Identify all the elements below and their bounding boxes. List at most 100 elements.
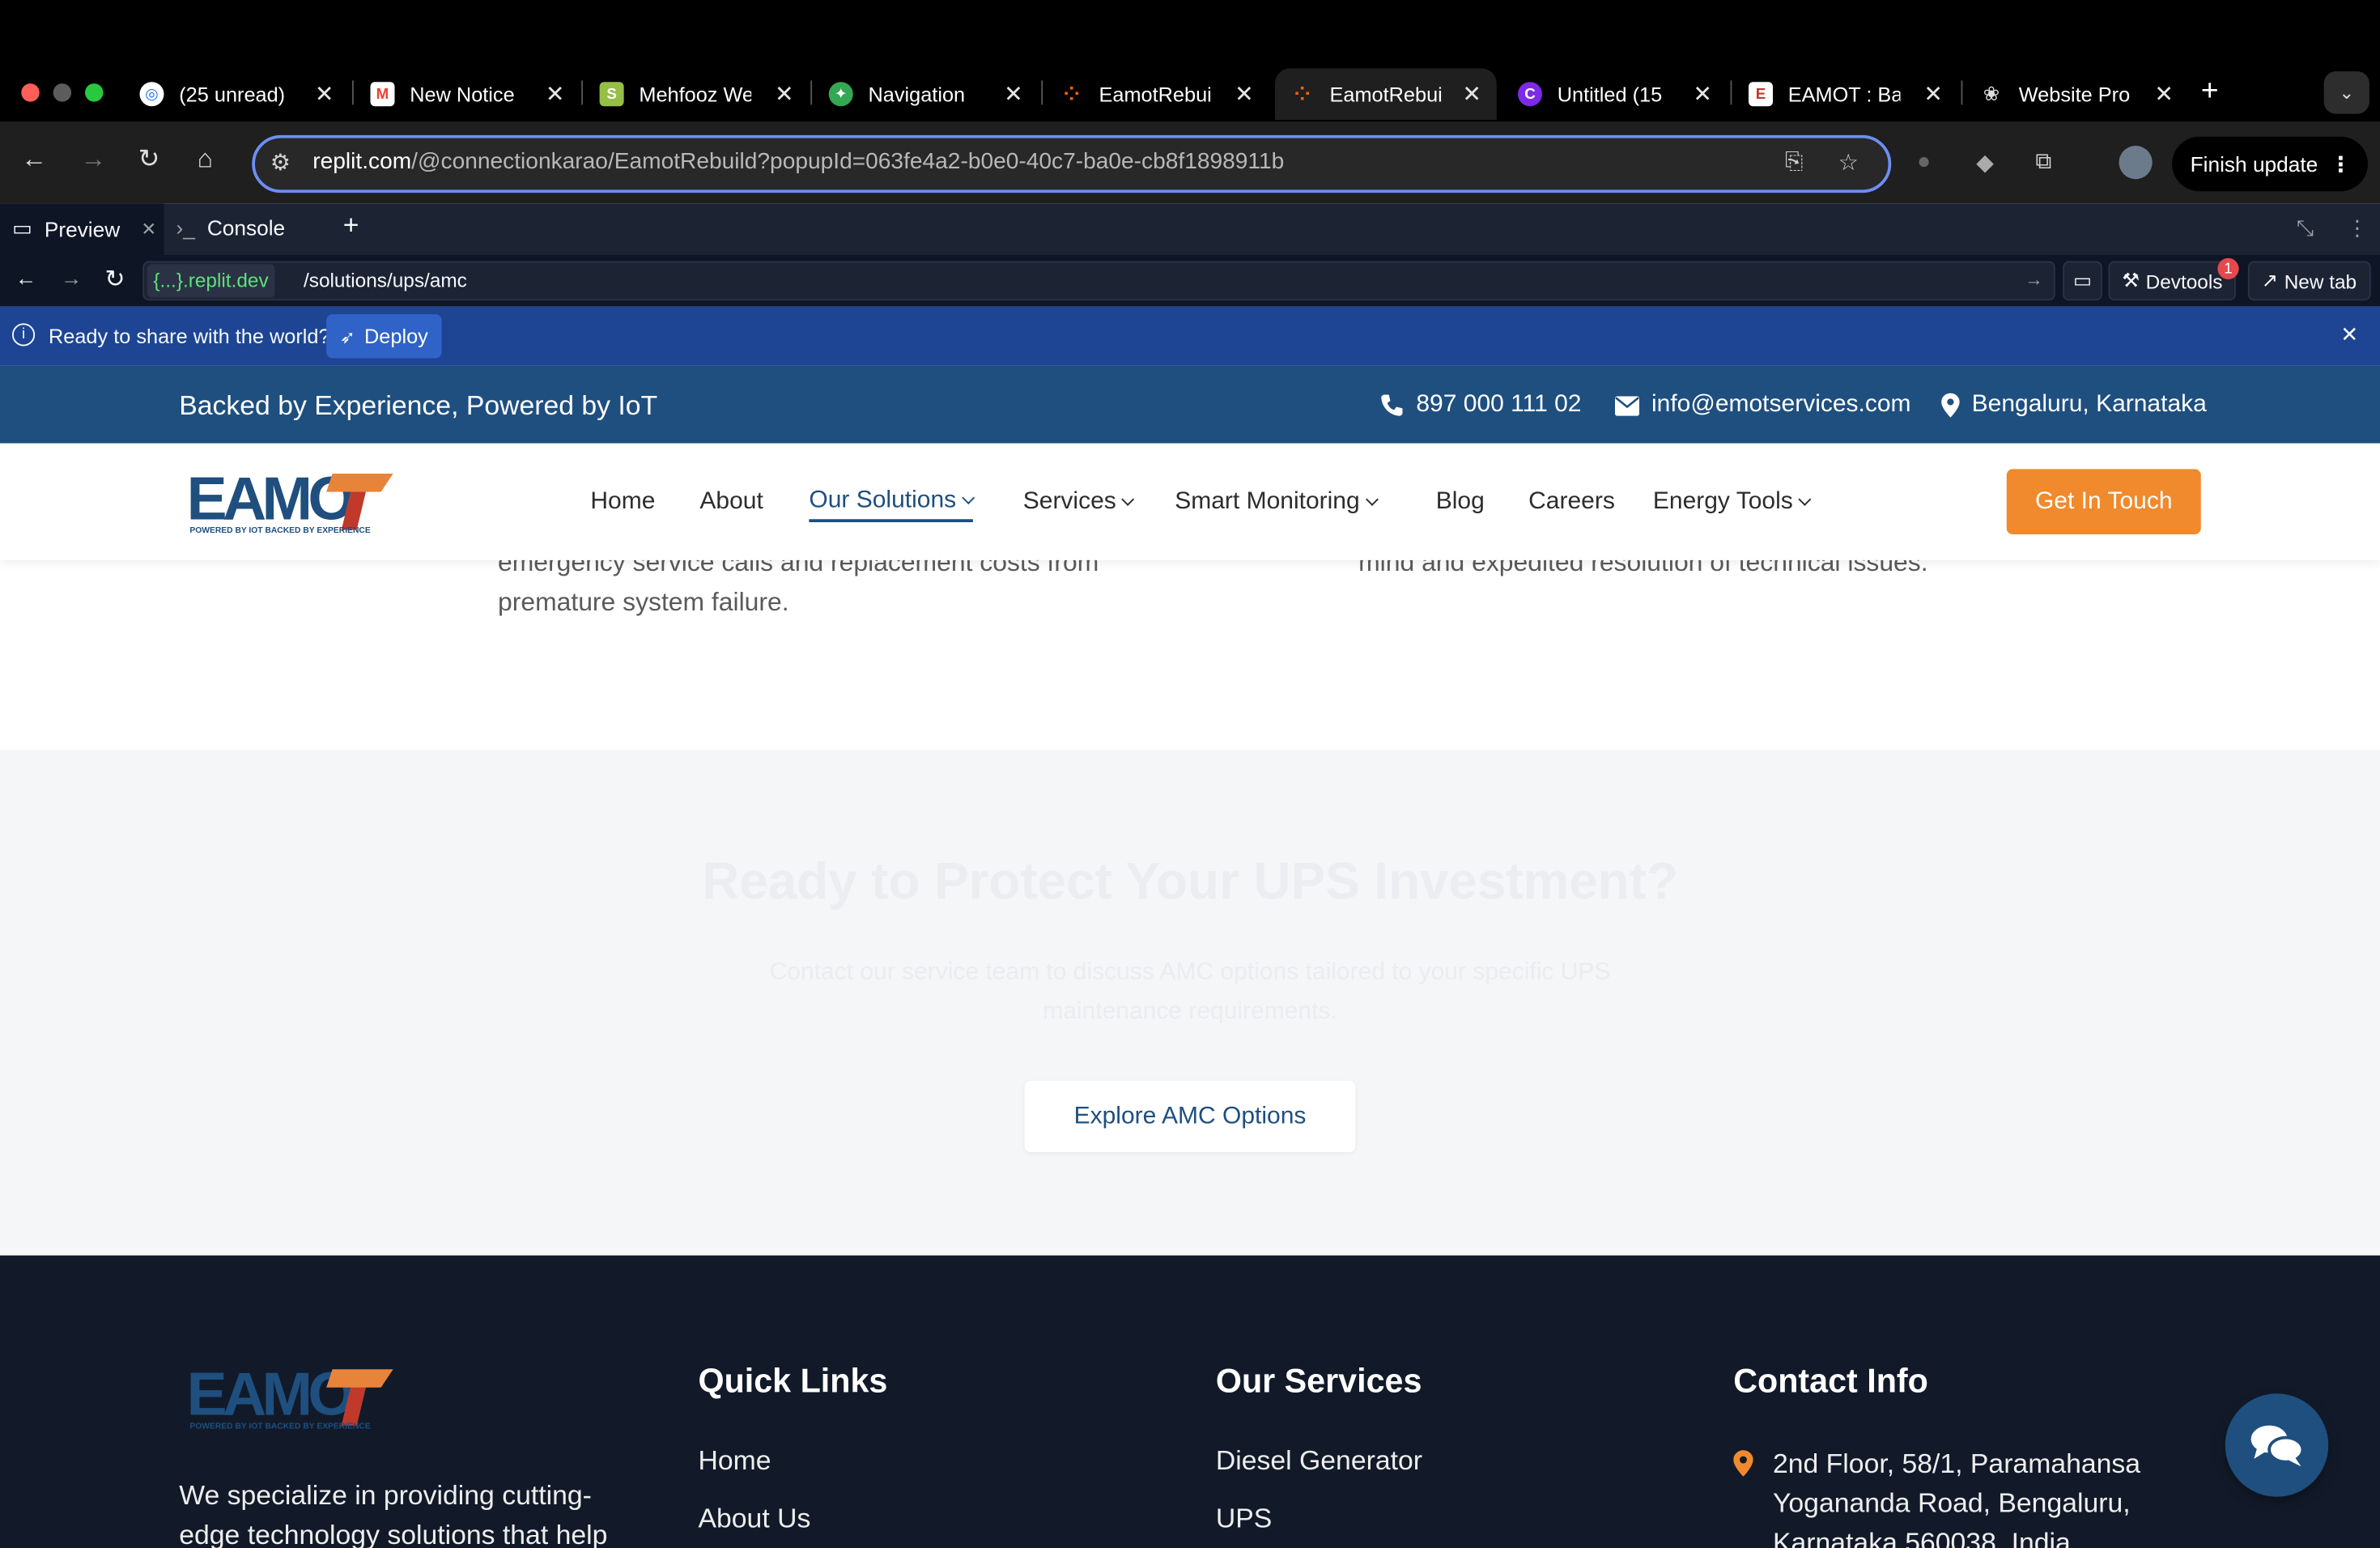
extension-icon[interactable]: ◆ <box>1976 149 1994 176</box>
eamot-icon: E <box>1749 82 1773 107</box>
close-tab-icon[interactable]: ✕ <box>2154 80 2174 108</box>
nav-about[interactable]: About <box>699 489 763 517</box>
close-tab-icon[interactable]: ✕ <box>775 80 794 108</box>
close-tab-icon[interactable]: ✕ <box>1004 80 1023 108</box>
go-arrow-icon[interactable]: → <box>2025 269 2043 290</box>
close-tab-icon[interactable]: ✕ <box>315 80 334 108</box>
nav-home[interactable]: Home <box>590 489 655 517</box>
tab-title: New Notice <box>410 83 515 106</box>
browser-tab-active[interactable]: ⁘ EamotRebuil ✕ <box>1275 68 1497 121</box>
tab-console[interactable]: ›_ Console <box>176 215 286 240</box>
address-url[interactable]: replit.com/@connectionkarao/EamotRebuild… <box>312 149 1284 175</box>
chatgpt-icon: ❀ <box>1983 82 2000 105</box>
tagline: Backed by Experience, Powered by IoT <box>179 389 658 421</box>
add-tab-button[interactable]: + <box>343 210 359 241</box>
browser-tab[interactable]: ❀ Website Pro ✕ <box>1967 68 2189 120</box>
map-pin-icon <box>1941 393 1960 418</box>
get-in-touch-button[interactable]: Get In Touch <box>2006 469 2201 534</box>
avatar[interactable] <box>2119 146 2153 180</box>
browser-tab[interactable]: ✦ Navigation ✕ <box>817 68 1039 120</box>
quick-links-heading: Quick Links <box>698 1361 888 1400</box>
footer-link-about[interactable]: About Us <box>699 1503 811 1534</box>
back-button[interactable]: ← <box>21 144 47 175</box>
deploy-button[interactable]: ➶ Deploy <box>326 314 442 359</box>
rocket-icon: ➶ <box>339 325 355 347</box>
explore-amc-button[interactable]: Explore AMC Options <box>1024 1081 1356 1153</box>
close-tab-icon[interactable]: ✕ <box>1693 80 1712 108</box>
close-icon[interactable]: ✕ <box>141 218 156 239</box>
cta-subtitle: Contact our service team to discuss AMC … <box>769 959 1611 1025</box>
install-app-icon[interactable]: ⎘ <box>1785 149 1804 175</box>
tab-title: Website Pro <box>2018 83 2131 106</box>
tab-divider <box>352 80 354 105</box>
home-button[interactable]: ⌂ <box>198 144 213 175</box>
nav-services[interactable]: Services <box>1023 489 1135 517</box>
footer-link-ups[interactable]: UPS <box>1216 1503 1272 1534</box>
preview-forward-button[interactable]: → <box>61 266 82 290</box>
device-view-button[interactable]: ▭ <box>2063 261 2102 301</box>
preview-reload-button[interactable]: ↻ <box>104 264 125 295</box>
footer-description: We specialize in providing cutting-edge … <box>179 1480 608 1548</box>
preview-url-path[interactable]: /solutions/ups/amc <box>304 269 467 291</box>
nav-energy-tools[interactable]: Energy Tools <box>1653 489 1812 517</box>
nav-smart-monitoring[interactable]: Smart Monitoring <box>1175 489 1379 517</box>
cta-heading: Ready to Protect Your UPS Investment? <box>702 853 1678 911</box>
pane-menu-icon[interactable]: ⋮ <box>2347 215 2368 241</box>
benefit-line: premature system failure. <box>498 587 789 617</box>
close-tab-icon[interactable]: ✕ <box>546 80 565 108</box>
envelope-icon <box>1615 395 1639 415</box>
tab-search-button[interactable]: ⌄ <box>2323 71 2369 114</box>
browser-tab[interactable]: ⁘ EamotRebuil ✕ <box>1048 68 1269 120</box>
tab-title: (25 unread) <box>179 83 286 106</box>
deploy-label: Deploy <box>364 325 428 348</box>
close-banner-icon[interactable]: ✕ <box>2340 322 2358 348</box>
close-window-button[interactable] <box>21 83 40 102</box>
tab-title: Navigation <box>868 83 966 106</box>
new-tab-button[interactable]: + <box>2201 74 2219 109</box>
footer-link-home[interactable]: Home <box>699 1445 771 1477</box>
deploy-message: Ready to share with the world? <box>49 325 330 348</box>
puzzle-icon[interactable]: ⧉ <box>2035 149 2051 175</box>
site-settings-icon[interactable]: ⚙ <box>270 149 291 176</box>
open-new-tab-button[interactable]: ↗ New tab <box>2247 261 2371 301</box>
reload-button[interactable]: ↻ <box>138 144 160 175</box>
preview-back-button[interactable]: ← <box>15 266 36 290</box>
monitor-icon: ▭ <box>2072 268 2093 291</box>
browser-tab[interactable]: ◎ (25 unread) ✕ <box>128 68 350 120</box>
forward-button[interactable]: → <box>80 144 106 175</box>
email-link[interactable]: info@emotservices.com <box>1615 392 1911 419</box>
our-services-heading: Our Services <box>1215 1361 1422 1400</box>
maximize-window-button[interactable] <box>85 83 104 102</box>
replit-icon: ⁘ <box>1063 82 1080 105</box>
chat-button[interactable] <box>2225 1393 2329 1497</box>
finish-update-button[interactable]: Finish update ⋮ <box>2172 136 2368 192</box>
shopify-icon: S <box>599 82 624 107</box>
footer-logo[interactable]: EAMO POWERED BY IOT BACKED BY EXPERIENCE <box>187 1362 397 1431</box>
tab-preview[interactable]: ▭ Preview ✕ <box>12 215 156 241</box>
minimize-pane-icon[interactable]: ⤡ <box>2297 215 2314 241</box>
browser-tab[interactable]: E EAMOT : Ba ✕ <box>1736 68 1958 120</box>
close-tab-icon[interactable]: ✕ <box>1235 80 1254 108</box>
screen: ◎ (25 unread) ✕ M New Notice ✕ S Mehfooz… <box>0 0 2380 1548</box>
browser-tab[interactable]: M New Notice ✕ <box>359 68 580 120</box>
tab-divider <box>1041 80 1043 105</box>
footer-address: 2nd Floor, 58/1, Paramahansa Yogananda R… <box>1773 1448 2141 1548</box>
chevron-down-icon <box>1365 492 1379 506</box>
footer-link-diesel-generator[interactable]: Diesel Generator <box>1216 1445 1422 1477</box>
nav-our-solutions[interactable]: Our Solutions <box>809 487 975 522</box>
browser-tab[interactable]: C Untitled (15 ✕ <box>1506 68 1728 120</box>
devtools-badge: 1 <box>2217 257 2239 279</box>
close-tab-icon[interactable]: ✕ <box>1462 80 1481 108</box>
phone-link[interactable]: 897 000 111 02 <box>1379 392 1581 419</box>
replit-icon: ⁘ <box>1294 82 1311 105</box>
bookmark-star-icon[interactable]: ☆ <box>1838 149 1859 176</box>
close-tab-icon[interactable]: ✕ <box>1923 80 1943 108</box>
browser-tab[interactable]: S Mehfooz We ✕ <box>588 68 810 120</box>
nav-careers[interactable]: Careers <box>1528 489 1615 517</box>
minimize-window-button[interactable] <box>53 83 72 102</box>
eamot-logo[interactable]: EAMO POWERED BY IOT BACKED BY EXPERIENCE <box>187 466 397 536</box>
site-topbar: Backed by Experience, Powered by IoT 897… <box>0 365 2380 444</box>
extension-icon[interactable]: ● <box>1917 149 1931 175</box>
nav-blog[interactable]: Blog <box>1436 489 1485 517</box>
url-rest: /@connectionkarao/EamotRebuild?popupId=0… <box>411 148 1285 175</box>
